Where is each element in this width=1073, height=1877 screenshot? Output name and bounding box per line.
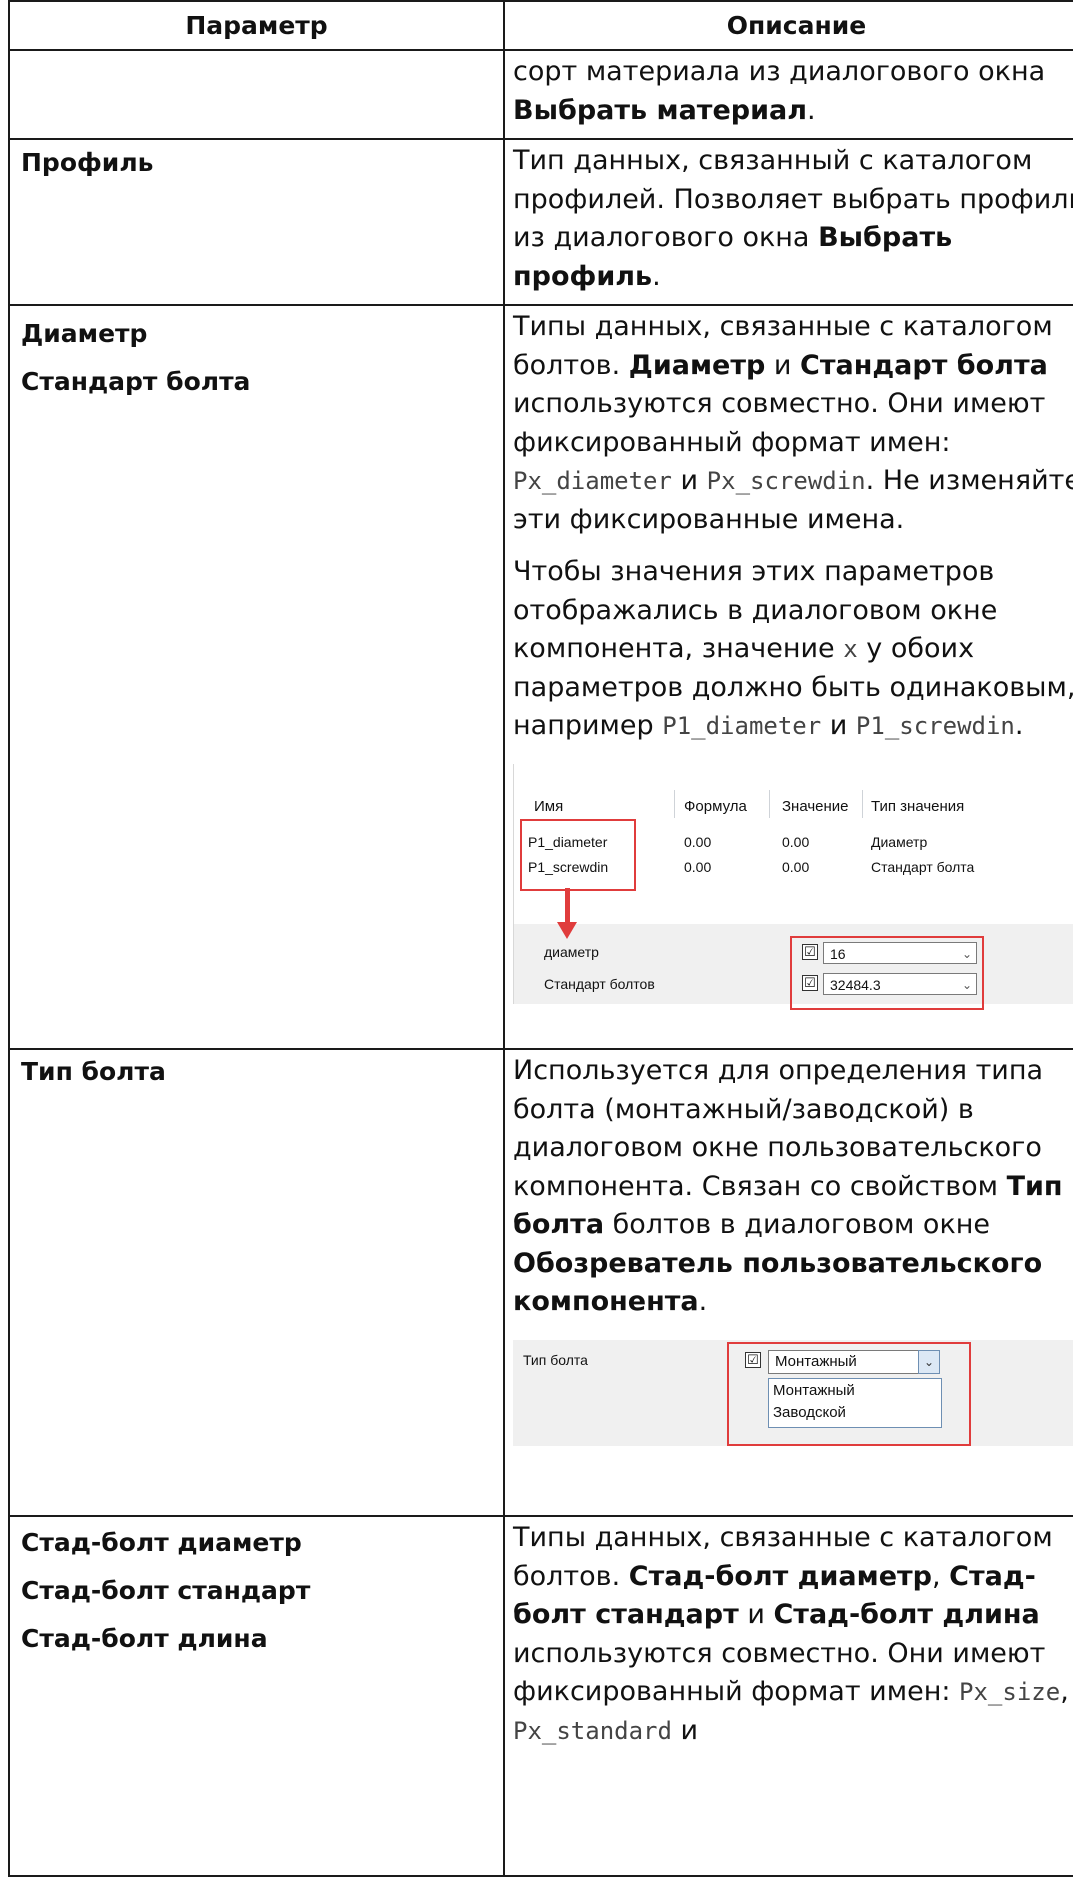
table-header-row: Параметр Описание [8, 0, 1073, 51]
text-run: . [807, 94, 816, 126]
cell-value: 0.00 [782, 833, 810, 850]
bold-term: Диаметр [628, 349, 766, 381]
highlight-box [727, 1341, 971, 1446]
param-name: Стандарт болта [21, 367, 251, 396]
text-run: и [671, 465, 707, 496]
bolt-type-screenshot: Тип болта ☑ Монтажный ⌄ Монтажный Заводс… [513, 1339, 1073, 1446]
description-paragraph: Типы данных, связанные с каталогом болто… [513, 308, 1073, 539]
description-text: Тип данных, связанный с каталогом профил… [513, 142, 1073, 296]
column-separator [674, 789, 675, 818]
cell-formula: 0.00 [684, 833, 712, 850]
table-row: Профиль Тип данных, связанный с каталого… [8, 138, 1073, 306]
column-separator [862, 789, 863, 818]
column-header-formula: Формула [684, 797, 747, 815]
param-cell-empty [8, 49, 505, 140]
param-cell: Диаметр Стандарт болта [8, 304, 505, 1050]
table-row: Стад-болт диаметр Стад-болт стандарт Ста… [8, 1515, 1073, 1877]
table-row: Тип болта Используется для определения т… [8, 1048, 1073, 1517]
description-cell: Тип данных, связанный с каталогом профил… [503, 138, 1073, 306]
highlight-box [790, 935, 984, 1010]
header-description: Описание [503, 0, 1073, 51]
description-cell: сорт материала из диалогового окна Выбра… [503, 49, 1073, 140]
table-row: Диаметр Стандарт болта Типы данных, связ… [8, 304, 1073, 1050]
arrow-icon [565, 887, 570, 924]
code-name: Px_size [959, 1678, 1061, 1706]
text-run: Тип данных, связанный с каталогом профил… [513, 145, 1073, 253]
param-name: Профиль [21, 148, 154, 177]
label-bolt-standard: Стандарт болтов [544, 975, 655, 992]
param-name: Тип болта [21, 1057, 166, 1086]
param-name: Стад-болт диаметр [21, 1528, 302, 1557]
code-name: P1_diameter [662, 712, 822, 740]
parameters-dialog-screenshot: Имя Формула Значение Тип значения P1_dia… [513, 763, 1073, 1010]
description-cell: Используется для определения типа болта … [503, 1048, 1073, 1517]
text-run: Используется для определения типа болта … [513, 1055, 1044, 1202]
column-header-value: Значение [782, 797, 849, 815]
column-header-type: Тип значения [871, 797, 965, 815]
highlight-box [520, 818, 636, 891]
description-paragraph: Чтобы значения этих параметров отображал… [513, 553, 1073, 746]
table-row: сорт материала из диалогового окна Выбра… [8, 49, 1073, 140]
param-name: Диаметр [21, 319, 148, 348]
header-param: Параметр [8, 0, 505, 51]
bold-term: Стандарт болта [800, 349, 1048, 381]
cell-value: 0.00 [782, 858, 810, 875]
cell-type: Диаметр [871, 833, 928, 850]
description-cell: Типы данных, связанные с каталогом болто… [503, 304, 1073, 1050]
param-name: Стад-болт длина [21, 1624, 268, 1653]
description-text: Типы данных, связанные с каталогом болто… [513, 1519, 1073, 1750]
code-name: Px_diameter [513, 467, 672, 495]
code-name: Px_standard [513, 1716, 672, 1745]
description-text: сорт материала из диалогового окна Выбра… [513, 53, 1073, 130]
column-header-name: Имя [534, 797, 564, 815]
text-run: , [1060, 1676, 1069, 1707]
text-run: и [821, 710, 856, 741]
code-name: x [843, 635, 858, 663]
cell-formula: 0.00 [684, 858, 712, 875]
bold-term: Стад-болт диаметр [628, 1560, 932, 1592]
param-cell: Стад-болт диаметр Стад-болт стандарт Ста… [8, 1515, 505, 1877]
text-run: . [1014, 710, 1024, 741]
text-run: , [932, 1560, 950, 1592]
code-name: P1_screwdin [855, 712, 1015, 740]
arrow-head-icon [557, 921, 577, 939]
bold-term: Стад-болт длина [773, 1599, 1040, 1630]
text-run: болтов в диалоговом окне [604, 1209, 991, 1240]
column-separator [769, 789, 770, 818]
param-cell: Профиль [8, 138, 505, 306]
bolt-type-label: Тип болта [523, 1351, 588, 1368]
bold-term: Выбрать материал [513, 94, 808, 126]
description-text: Используется для определения типа болта … [513, 1052, 1073, 1322]
param-name: Стад-болт стандарт [21, 1576, 311, 1605]
text-run: сорт материала из диалогового окна [513, 56, 1046, 87]
label-diameter: диаметр [544, 943, 599, 960]
text-run: и [738, 1599, 774, 1630]
cell-type: Стандарт болта [871, 858, 975, 875]
text-run: . [652, 260, 661, 292]
code-name: Px_screwdin [706, 467, 866, 495]
bold-term: Обозреватель пользовательского компонент… [513, 1247, 1043, 1318]
text-run: . [698, 1286, 708, 1317]
description-cell: Типы данных, связанные с каталогом болто… [503, 1515, 1073, 1877]
text-run: и [765, 349, 801, 381]
text-run: используются совместно. Они имеют фиксир… [513, 388, 1046, 458]
text-run: и [671, 1714, 699, 1746]
parameters-table: Параметр Описание сорт материала из диал… [8, 0, 1073, 1877]
param-cell: Тип болта [8, 1048, 505, 1517]
